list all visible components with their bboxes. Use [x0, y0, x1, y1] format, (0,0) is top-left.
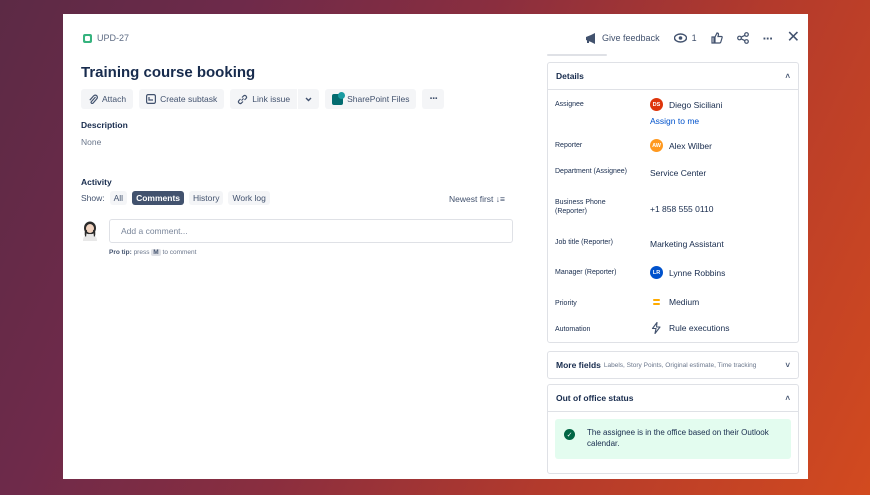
automation-value[interactable]: Rule executions — [650, 322, 729, 334]
reporter-value[interactable]: AW Alex Wilber — [650, 139, 712, 152]
business-phone-label: Business Phone (Reporter) — [555, 199, 606, 215]
out-of-office-text: The assignee is in the office based on t… — [587, 428, 769, 448]
megaphone-icon — [586, 32, 596, 44]
job-title-label: Job title (Reporter) — [555, 239, 613, 246]
assignee-name: Diego Siciliani — [669, 99, 723, 110]
pro-tip-prefix: Pro tip: — [109, 249, 132, 256]
issue-toolbar: Attach Create subtask Link issue SharePo… — [81, 89, 445, 109]
automation-label: Automation — [555, 326, 591, 333]
details-header[interactable]: Details ˄ — [548, 63, 798, 89]
sharepoint-files-button[interactable]: SharePoint Files — [325, 89, 417, 109]
activity-filter-row: Show: All Comments History Work log — [81, 191, 270, 205]
automation-text: Rule executions — [669, 323, 730, 333]
avatar: DS — [650, 98, 663, 111]
priority-medium-icon — [650, 299, 663, 305]
eye-icon — [673, 33, 687, 43]
issue-modal: UPD-27 Give feedback 1 ··· ✕ Training co… — [63, 14, 808, 479]
pro-tip-key: M — [151, 249, 161, 256]
issue-title[interactable]: Training course booking — [81, 64, 255, 81]
details-heading: Details — [556, 71, 584, 81]
watch-button[interactable]: 1 — [673, 33, 697, 43]
priority-value[interactable]: Medium — [650, 297, 699, 307]
priority-text: Medium — [669, 297, 700, 307]
give-feedback-button[interactable]: Give feedback — [585, 32, 660, 44]
sharepoint-files-label: SharePoint Files — [347, 94, 410, 104]
description-label: Description — [81, 120, 128, 130]
manager-label: Manager (Reporter) — [555, 269, 617, 276]
paperclip-icon — [89, 93, 98, 104]
job-title-value[interactable]: Marketing Assistant — [650, 239, 724, 249]
sharepoint-logo-icon — [332, 91, 346, 105]
priority-label: Priority — [555, 300, 577, 307]
attach-label: Attach — [102, 94, 127, 104]
description-value[interactable]: None — [81, 137, 101, 147]
avatar: LR — [650, 266, 663, 279]
watch-count: 1 — [691, 33, 697, 43]
department-value[interactable]: Service Center — [650, 168, 706, 178]
filter-history[interactable]: History — [189, 191, 224, 205]
out-of-office-header[interactable]: Out of office status ˄ — [548, 385, 798, 411]
assignee-label: Assignee — [555, 101, 584, 108]
reporter-label: Reporter — [555, 142, 583, 149]
assignee-value[interactable]: DS Diego Siciliani — [650, 98, 722, 111]
out-of-office-message: ✓ The assignee is in the office based on… — [555, 419, 791, 459]
toolbar-more-button[interactable]: ··· — [422, 89, 445, 109]
more-fields-subtitle: Labels, Story Points, Original estimate,… — [603, 361, 757, 369]
filter-comments[interactable]: Comments — [132, 191, 185, 205]
assign-to-me-link[interactable]: Assign to me — [650, 116, 699, 126]
user-avatar — [83, 221, 97, 241]
business-phone-value[interactable]: +1 858 555 0110 — [650, 204, 713, 214]
issue-key-link[interactable]: UPD-27 — [83, 33, 129, 43]
story-type-icon — [83, 33, 92, 43]
show-label: Show: — [81, 193, 105, 203]
sort-order-button[interactable]: Newest first ↓≡ — [449, 194, 505, 204]
comment-input[interactable]: Add a comment... — [109, 219, 513, 243]
link-icon — [238, 94, 248, 104]
filter-all[interactable]: All — [109, 191, 128, 205]
department-label: Department (Assignee) — [555, 168, 627, 175]
more-actions-button[interactable]: ··· — [763, 31, 774, 46]
pro-tip-press: press — [133, 249, 150, 256]
create-subtask-button[interactable]: Create subtask — [139, 89, 225, 109]
more-fields-header[interactable]: More fields Labels, Story Points, Origin… — [548, 352, 798, 378]
details-body: Assignee DS Diego Siciliani Assign to me… — [548, 89, 798, 342]
out-of-office-heading: Out of office status — [556, 393, 634, 403]
check-circle-icon: ✓ — [564, 429, 575, 440]
reporter-name: Alex Wilber — [669, 140, 712, 151]
details-panel: Details ˄ Assignee DS Diego Siciliani As… — [547, 62, 799, 343]
right-panel-scroll-indicator — [547, 54, 607, 56]
link-issue-group: Link issue — [230, 89, 320, 109]
chevron-up-icon: ˄ — [785, 393, 790, 403]
close-button[interactable]: ✕ — [787, 30, 800, 46]
avatar: AW — [650, 139, 663, 152]
toolbar-more-icon: ··· — [429, 93, 438, 105]
link-issue-dropdown[interactable] — [298, 89, 319, 109]
create-subtask-label: Create subtask — [160, 94, 218, 104]
chevron-down-icon — [305, 97, 312, 101]
more-fields-panel[interactable]: More fields Labels, Story Points, Origin… — [547, 351, 799, 379]
more-fields-heading: More fields — [556, 360, 601, 370]
give-feedback-label: Give feedback — [602, 33, 660, 43]
lightning-bolt-icon — [651, 322, 661, 334]
thumbs-up-icon[interactable] — [710, 32, 723, 44]
header-actions: Give feedback 1 ··· ✕ — [585, 30, 800, 46]
more-fields-title: More fields Labels, Story Points, Origin… — [556, 360, 756, 370]
link-issue-label: Link issue — [252, 94, 291, 104]
link-issue-button[interactable]: Link issue — [230, 89, 297, 109]
issue-key-text: UPD-27 — [97, 33, 130, 43]
chevron-down-icon: ˅ — [785, 360, 790, 370]
activity-label: Activity — [81, 177, 112, 187]
chevron-up-icon: ˄ — [785, 71, 790, 81]
filter-work-log[interactable]: Work log — [228, 191, 270, 205]
attach-button[interactable]: Attach — [81, 89, 134, 109]
out-of-office-panel: Out of office status ˄ ✓ The assignee is… — [547, 384, 799, 474]
share-icon[interactable] — [736, 32, 749, 44]
subtask-icon — [146, 94, 157, 104]
manager-value[interactable]: LR Lynne Robbins — [650, 266, 725, 279]
pro-tip-suffix: to comment — [162, 249, 197, 256]
pro-tip: Pro tip: press M to comment — [109, 249, 196, 256]
manager-name: Lynne Robbins — [669, 267, 726, 278]
